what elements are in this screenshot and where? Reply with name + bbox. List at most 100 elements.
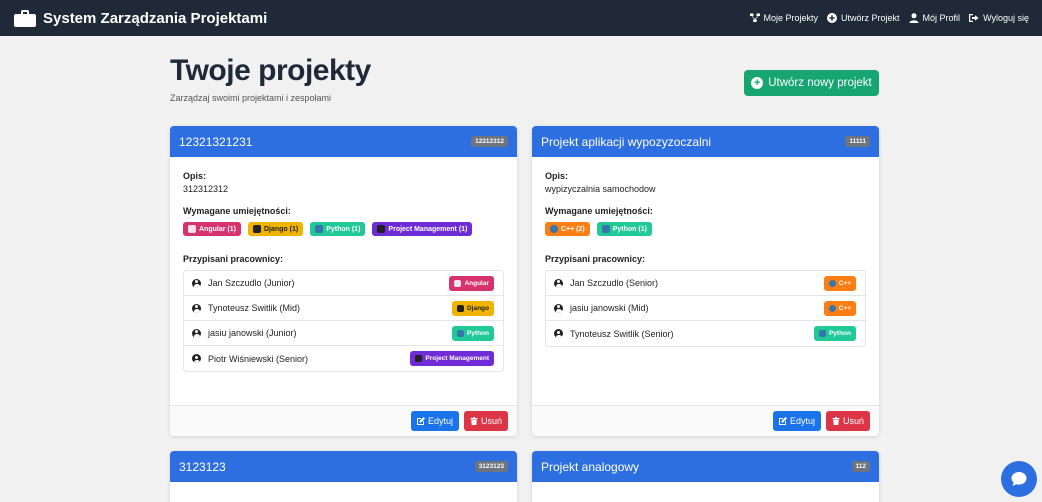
card-header: 3123123 3123123 <box>170 451 517 482</box>
project-title[interactable]: Projekt aplikacji wypozyzoczalni <box>541 135 711 149</box>
user-icon <box>554 278 563 288</box>
create-project-button[interactable]: + Utwórz nowy projekt <box>744 70 879 96</box>
nav-create-project-label: Utwórz Projekt <box>841 13 900 23</box>
project-card: Projekt aplikacji wypozyzoczalni 11111 O… <box>532 126 879 436</box>
project-description: wypizyczalnia samochodow <box>545 184 656 194</box>
nav-my-projects[interactable]: Moje Projekty <box>749 13 819 23</box>
worker-name: Piotr Wiśniewski (Senior) <box>208 353 309 364</box>
worker-skill-badge: C++ <box>823 300 856 316</box>
project-title[interactable]: 3123123 <box>179 460 226 474</box>
project-card: 3123123 3123123 <box>170 451 517 502</box>
worker-skill-label: Python <box>828 330 851 337</box>
nav-links: Moje Projekty Utwórz Projekt Mój Profil … <box>749 13 1029 23</box>
worker-name: jasiu janowski (Mid) <box>570 303 649 313</box>
user-icon <box>554 303 563 313</box>
nav-my-profile[interactable]: Mój Profil <box>909 13 961 23</box>
django-icon <box>252 225 261 233</box>
edit-button-label: Edytuj <box>427 416 453 426</box>
python-icon <box>456 329 464 337</box>
cpp-icon <box>828 304 836 312</box>
worker-row: Tynoteusz Switlik (Senior) Python <box>546 321 865 346</box>
nav-create-project[interactable]: Utwórz Projekt <box>827 13 900 23</box>
nav-logout[interactable]: Wyloguj się <box>969 13 1029 23</box>
plus-circle-icon <box>827 13 838 23</box>
edit-icon <box>778 417 787 425</box>
skill-label: Django (1) <box>263 225 299 233</box>
nav-my-profile-label: Mój Profil <box>922 13 961 23</box>
workers-list: Jan Szczudlo (Junior) Angular Tynoteusz … <box>183 270 504 372</box>
skills-list: Angular (1) Django (1) Python (1) Projec… <box>183 222 504 236</box>
worker-name: jasiu janowski (Junior) <box>208 328 297 338</box>
cpp-icon <box>828 279 836 287</box>
logout-icon <box>969 14 979 22</box>
skill-label: Angular (1) <box>199 225 236 233</box>
delete-button-label: Usuń <box>842 416 864 426</box>
worker-skill-label: Python <box>466 329 489 337</box>
skill-badge-angular: Angular (1) <box>183 222 241 236</box>
user-icon <box>554 329 563 338</box>
project-title[interactable]: 12321321231 <box>179 135 252 149</box>
worker-name: Tynoteusz Switlik (Mid) <box>208 303 301 313</box>
trash-icon <box>832 417 840 425</box>
card-footer: Edytuj Usuń <box>532 405 879 436</box>
page-header: Twoje projekty Zarządzaj swoimi projekta… <box>170 36 879 126</box>
skill-badge-python: Python (1) <box>310 222 366 236</box>
worker-name: Jan Szczudlo (Junior) <box>208 278 295 288</box>
skills-list: C++ (2) Python (1) <box>545 222 866 236</box>
worker-skill-badge: Angular <box>449 275 494 291</box>
delete-button[interactable]: Usuń <box>463 411 508 431</box>
main-content: Twoje projekty Zarządzaj swoimi projekta… <box>170 36 879 502</box>
project-management-icon <box>415 355 423 362</box>
user-icon <box>192 328 201 338</box>
brand[interactable]: System Zarządzania Projektami <box>14 9 268 27</box>
nav-logout-label: Wyloguj się <box>983 13 1029 23</box>
project-management-icon <box>377 225 386 233</box>
user-icon <box>192 278 201 288</box>
brand-title: System Zarządzania Projektami <box>43 9 268 27</box>
page-title: Twoje projekty <box>170 54 371 87</box>
create-project-button-label: Utwórz nowy projekt <box>768 77 872 89</box>
delete-button[interactable]: Usuń <box>825 411 870 431</box>
description-label: Opis: <box>183 171 207 181</box>
card-header: 12321321231 12312312 <box>170 126 517 157</box>
worker-skill-label: Project Management <box>425 355 489 362</box>
card-header: Projekt analogowy 112 <box>532 451 879 482</box>
trash-icon <box>470 417 478 425</box>
project-grid: 12321321231 12312312 Opis: 312312312 Wym… <box>170 126 879 502</box>
worker-skill-badge: Project Management <box>410 351 494 366</box>
angular-icon <box>188 225 196 233</box>
skills-label: Wymagane umiejętności: <box>545 206 653 216</box>
project-title[interactable]: Projekt analogowy <box>541 460 639 474</box>
nav-my-projects-label: Moje Projekty <box>763 13 819 23</box>
skills-label: Wymagane umiejętności: <box>183 206 291 216</box>
workers-label: Przypisani pracownicy: <box>545 254 646 264</box>
skill-label: C++ (2) <box>561 225 585 233</box>
worker-skill-badge: Python <box>451 325 494 341</box>
worker-skill-badge: C++ <box>823 275 856 291</box>
skill-label: Project Management (1) <box>388 225 468 233</box>
page-subtitle: Zarządzaj swoimi projektami i zespołami <box>170 93 332 103</box>
edit-button[interactable]: Edytuj <box>410 411 459 431</box>
projects-icon <box>749 13 760 22</box>
skill-badge-project-management: Project Management (1) <box>372 222 473 236</box>
worker-row: Piotr Wiśniewski (Senior) Project Manage… <box>184 346 503 371</box>
skill-label: Python (1) <box>326 225 361 233</box>
project-card: 12321321231 12312312 Opis: 312312312 Wym… <box>170 126 517 436</box>
django-icon <box>456 304 464 312</box>
navbar: System Zarządzania Projektami Moje Proje… <box>0 0 1042 36</box>
worker-row: jasiu janowski (Mid) C++ <box>546 296 865 321</box>
card-footer: Edytuj Usuń <box>170 405 517 436</box>
edit-button[interactable]: Edytuj <box>772 411 821 431</box>
user-icon <box>192 303 201 313</box>
worker-row: Jan Szczudlo (Senior) C++ <box>546 271 865 296</box>
worker-name: Jan Szczudlo (Senior) <box>570 278 659 288</box>
plus-circle-icon: + <box>751 77 764 89</box>
python-icon <box>601 225 610 233</box>
python-icon <box>818 330 826 337</box>
project-card: Projekt analogowy 112 <box>532 451 879 502</box>
chat-button[interactable] <box>1001 461 1037 497</box>
chat-icon <box>1011 472 1027 486</box>
worker-skill-label: C++ <box>838 304 851 312</box>
python-icon <box>315 225 324 233</box>
user-icon <box>909 13 919 23</box>
